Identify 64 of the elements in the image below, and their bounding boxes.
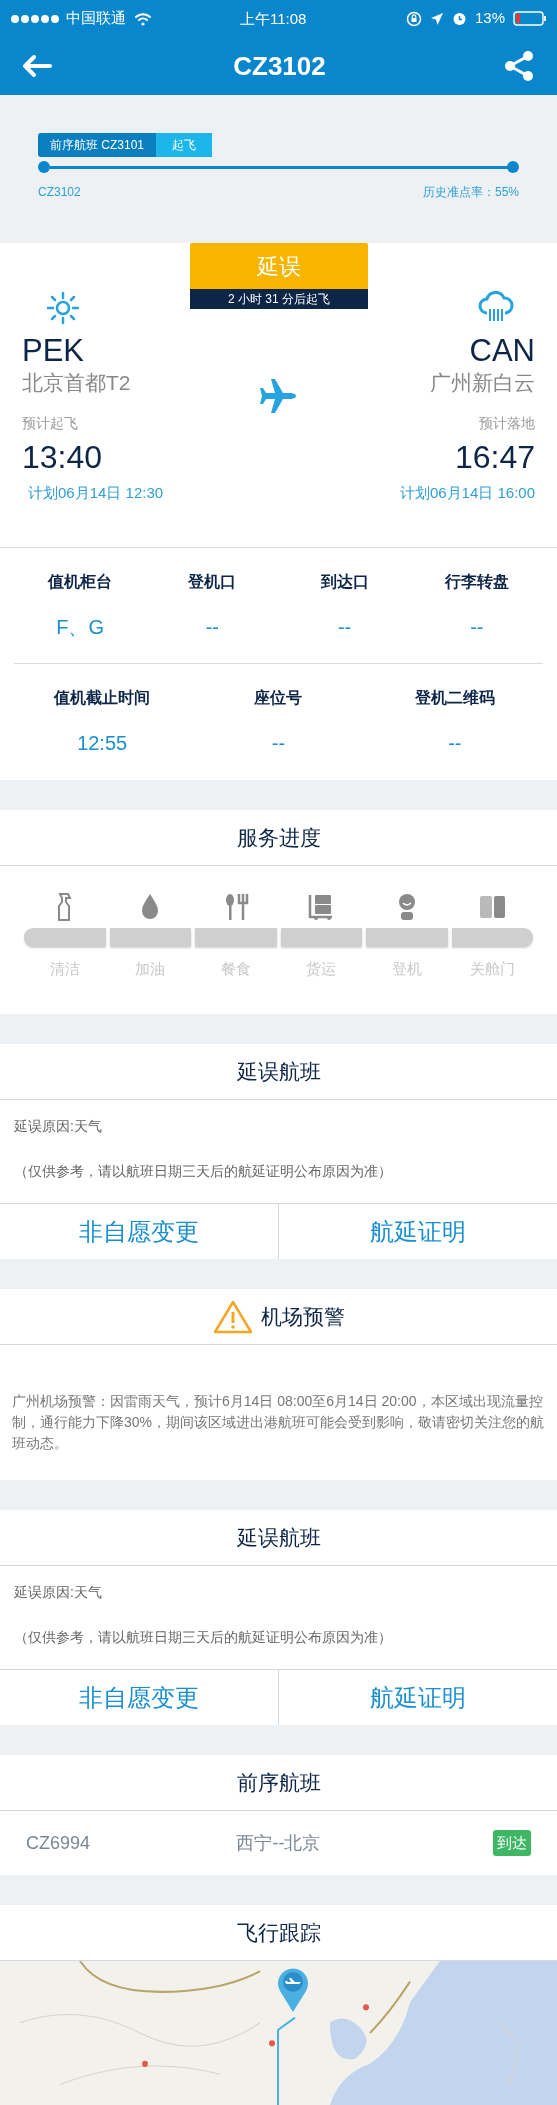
airport-code: CAN <box>469 333 535 369</box>
info-label: 座位号 <box>254 688 303 708</box>
info-label: 值机柜台 <box>48 571 113 592</box>
previous-flight-tag: 前序航班 CZ3101 <box>38 133 157 157</box>
flight-status-tag: 起飞 <box>156 133 213 157</box>
back-arrow-icon <box>22 54 52 78</box>
section-title: 前序航班 <box>236 1769 321 1796</box>
info-value: -- <box>205 614 220 640</box>
info-value: -- <box>470 614 484 640</box>
share-button[interactable] <box>503 50 535 82</box>
section-title: 服务进度 <box>236 824 321 851</box>
alert-text: 广州机场预警：因雷雨天气，预计6月14日 08:00至6月14日 20:00，本区域出现流量控制，通行能力下降30%，期间该区域进出港航班可能会受到影响，敬请密切关注您的航班动态。 <box>12 1392 545 1453</box>
status-badge: 延误 <box>190 243 368 289</box>
info-label: 登机口 <box>188 571 237 592</box>
signal-icon <box>10 13 60 24</box>
airport-code: PEK <box>22 333 85 369</box>
info-value: F、G <box>56 614 104 640</box>
section-title: 飞行跟踪 <box>236 1919 321 1946</box>
info-value: -- <box>448 731 462 756</box>
airport-name: 北京首都T2 <box>22 370 131 396</box>
wifi-icon <box>134 11 152 26</box>
info-label: 到达口 <box>320 571 369 592</box>
info-label: 登机二维码 <box>414 688 495 708</box>
time-label: 预计落地 <box>479 414 535 433</box>
carrier-name: 中国联通 <box>66 8 126 29</box>
delay-note: （仅供参考，请以航班日期三天后的航延证明公布原因为准） <box>14 1628 393 1647</box>
action-button[interactable]: 非自愿变更 <box>0 1670 279 1725</box>
arrived-badge: 到达 <box>493 1829 531 1857</box>
airplane-icon <box>258 378 298 414</box>
flight-number: CZ6994 <box>26 1831 92 1855</box>
action-button[interactable]: 航延证明 <box>278 1670 557 1725</box>
estimated-time: 16:47 <box>454 438 535 476</box>
estimated-time: 13:40 <box>22 438 103 476</box>
scheduled-time: 计划06月14日 16:00 <box>399 483 535 503</box>
info-value: -- <box>337 614 352 640</box>
time-label: 预计起飞 <box>22 414 78 433</box>
alarm-icon <box>451 11 467 26</box>
info-value: 12:55 <box>77 731 128 756</box>
section-title: 机场预警 <box>260 1303 345 1330</box>
map-pin-icon <box>277 1967 309 2013</box>
warning-icon <box>212 1299 253 1334</box>
info-label: 行李转盘 <box>444 571 509 592</box>
on-time-rate: 历史准点率：55% <box>422 184 519 201</box>
scheduled-time: 计划06月14日 12:30 <box>28 483 164 503</box>
action-button[interactable]: 非自愿变更 <box>0 1204 279 1259</box>
status-time: 上午11:08 <box>240 9 307 29</box>
delay-reason: 延误原因:天气 <box>14 1583 103 1602</box>
delay-reason: 延误原因:天气 <box>14 1117 103 1136</box>
section-title: 延误航班 <box>236 1524 321 1551</box>
info-value: -- <box>271 731 286 756</box>
share-icon <box>504 50 534 82</box>
flight-route: 西宁--北京 <box>235 1831 322 1855</box>
action-button[interactable]: 航延证明 <box>278 1204 557 1259</box>
battery-percent: 13% <box>474 8 505 29</box>
rotation-lock-icon <box>405 10 422 27</box>
info-label: 值机截止时间 <box>54 688 151 708</box>
location-icon <box>429 11 444 26</box>
delay-note: （仅供参考，请以航班日期三天后的航延证明公布原因为准） <box>14 1162 393 1181</box>
flight-number: CZ3102 <box>38 184 81 201</box>
airport-name: 广州新白云 <box>430 370 535 396</box>
countdown-label: 2 小时 31 分后起飞 <box>190 289 368 309</box>
battery-icon <box>513 11 547 26</box>
page-title: CZ3102 <box>233 49 326 83</box>
section-title: 延误航班 <box>236 1058 321 1085</box>
